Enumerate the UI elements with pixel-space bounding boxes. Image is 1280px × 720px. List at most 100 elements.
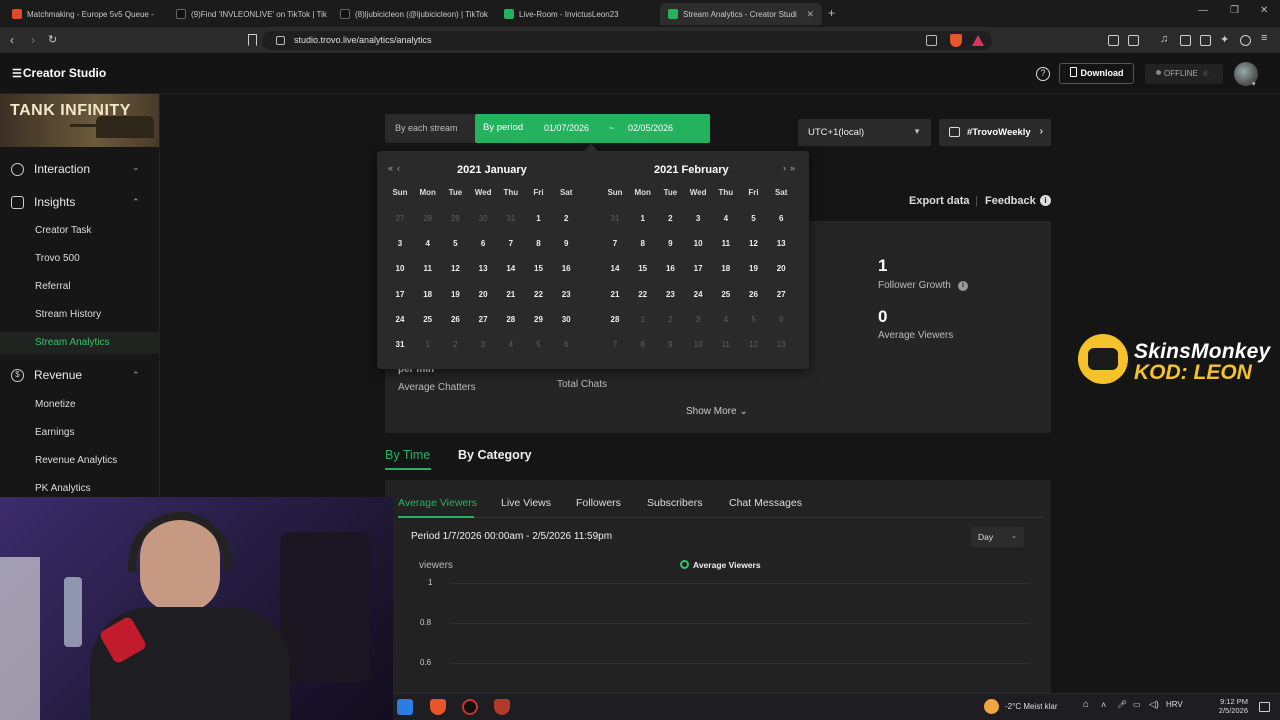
close-window-icon[interactable]: ✕ bbox=[1260, 5, 1268, 16]
export-data-link[interactable]: Export data bbox=[909, 195, 970, 207]
calendar-day[interactable]: 25 bbox=[716, 290, 736, 299]
menu-collapse-icon[interactable]: ☰ bbox=[12, 68, 22, 80]
calendar-day[interactable]: 7 bbox=[605, 340, 625, 349]
creator-studio-logo[interactable]: ☰Creator Studio bbox=[12, 66, 106, 80]
calendar-day[interactable]: 21 bbox=[501, 290, 521, 299]
by-each-stream-tab[interactable]: By each stream bbox=[395, 123, 458, 133]
sidebar-item-creator-task[interactable]: Creator Task bbox=[0, 220, 159, 242]
calendar-day[interactable]: 21 bbox=[605, 290, 625, 299]
calendar-day[interactable]: 2 bbox=[445, 340, 465, 349]
calendar-day[interactable]: 3 bbox=[688, 315, 708, 324]
calendar-day[interactable]: 9 bbox=[556, 239, 576, 248]
calendar-day[interactable]: 7 bbox=[605, 239, 625, 248]
calendar-day[interactable]: 4 bbox=[716, 214, 736, 223]
end-date-input[interactable]: 02/05/2026 bbox=[628, 123, 673, 133]
new-tab-button[interactable]: + bbox=[828, 6, 835, 20]
media-icon[interactable]: ♫ bbox=[1160, 33, 1168, 45]
calendar-day[interactable]: 6 bbox=[473, 239, 493, 248]
extension-icon[interactable] bbox=[1128, 35, 1139, 46]
game-banner[interactable]: TANK INFINITY bbox=[0, 94, 159, 147]
calendar-day[interactable]: 19 bbox=[445, 290, 465, 299]
calendar-day[interactable]: 16 bbox=[556, 264, 576, 273]
start-date-input[interactable]: 01/07/2026 bbox=[544, 123, 589, 133]
calendar-day[interactable]: 27 bbox=[473, 315, 493, 324]
brave-rewards-icon[interactable] bbox=[972, 35, 984, 46]
calendar-day[interactable]: 8 bbox=[633, 239, 653, 248]
url-field[interactable]: studio.trovo.live/analytics/analytics bbox=[262, 31, 992, 50]
calendar-day[interactable]: 26 bbox=[744, 290, 764, 299]
calendar-day[interactable]: 28 bbox=[418, 214, 438, 223]
avatar-chevron-icon[interactable]: ▾ bbox=[1252, 80, 1256, 88]
calendar-day[interactable]: 2 bbox=[660, 214, 680, 223]
leo-ai-icon[interactable]: ✦ bbox=[1220, 33, 1229, 46]
calendar-day[interactable]: 17 bbox=[688, 264, 708, 273]
calendar-day[interactable]: 24 bbox=[688, 290, 708, 299]
calendar-day[interactable]: 25 bbox=[418, 315, 438, 324]
calendar-day[interactable]: 9 bbox=[660, 239, 680, 248]
calendar-day[interactable]: 29 bbox=[529, 315, 549, 324]
calendar-day[interactable]: 23 bbox=[660, 290, 680, 299]
sidebar-toggle-icon[interactable] bbox=[1180, 35, 1191, 46]
calendar-day[interactable]: 17 bbox=[390, 290, 410, 299]
calendar-day[interactable]: 3 bbox=[390, 239, 410, 248]
calendar-day[interactable]: 5 bbox=[744, 315, 764, 324]
network-icon[interactable]: ▭ bbox=[1133, 700, 1141, 709]
extensions-icon[interactable] bbox=[1108, 35, 1119, 46]
left-month-title[interactable]: 2021 January bbox=[457, 164, 527, 176]
calendar-day[interactable]: 4 bbox=[716, 315, 736, 324]
calendar-day[interactable]: 8 bbox=[633, 340, 653, 349]
calendar-day[interactable]: 18 bbox=[418, 290, 438, 299]
tab-by-time[interactable]: By Time bbox=[385, 448, 430, 462]
calendar-day[interactable]: 7 bbox=[501, 239, 521, 248]
show-hidden-icons[interactable]: ˄ bbox=[1101, 700, 1106, 710]
browser-tab[interactable]: (9)Find 'INVLEONLIVE' on TikTok | Tik bbox=[168, 3, 330, 25]
brave-browser-icon[interactable] bbox=[430, 699, 446, 715]
calendar-day[interactable]: 5 bbox=[529, 340, 549, 349]
info-icon[interactable]: i bbox=[1040, 195, 1051, 206]
calendar-day[interactable]: 12 bbox=[445, 264, 465, 273]
calendar-day[interactable]: 20 bbox=[771, 264, 791, 273]
calendar-day[interactable]: 6 bbox=[771, 315, 791, 324]
right-month-title[interactable]: 2021 February bbox=[654, 164, 729, 176]
download-button[interactable]: Download bbox=[1059, 63, 1134, 84]
calendar-day[interactable]: 29 bbox=[445, 214, 465, 223]
calendar-day[interactable]: 2 bbox=[556, 214, 576, 223]
calendar-day[interactable]: 6 bbox=[556, 340, 576, 349]
brave-shield-icon[interactable] bbox=[950, 34, 962, 47]
trovo-weekly-button[interactable]: #TrovoWeekly › bbox=[939, 119, 1051, 146]
language-indicator[interactable]: HRV bbox=[1166, 700, 1183, 709]
browser-tab[interactable]: Live-Room - InvictusLeon23 bbox=[496, 3, 658, 25]
calendar-day[interactable]: 12 bbox=[744, 239, 764, 248]
site-settings-icon[interactable] bbox=[276, 36, 285, 45]
minimize-icon[interactable]: — bbox=[1198, 5, 1208, 16]
notifications-icon[interactable] bbox=[1259, 702, 1270, 712]
metric-tab-live-views[interactable]: Live Views bbox=[501, 497, 551, 509]
forward-icon[interactable]: › bbox=[31, 33, 35, 47]
calendar-day[interactable]: 28 bbox=[501, 315, 521, 324]
by-period-tab[interactable]: By period 01/07/2026 ~ 02/05/2026 bbox=[475, 114, 710, 143]
calendar-day[interactable]: 4 bbox=[501, 340, 521, 349]
prev-year-icon[interactable]: « bbox=[388, 163, 393, 173]
calendar-day[interactable]: 14 bbox=[501, 264, 521, 273]
vpn-icon[interactable] bbox=[1240, 35, 1251, 46]
calendar-day[interactable]: 22 bbox=[529, 290, 549, 299]
calendar-day[interactable]: 11 bbox=[716, 340, 736, 349]
calendar-day[interactable]: 22 bbox=[633, 290, 653, 299]
stream-status-badge[interactable]: OFFLINE ıl · bbox=[1145, 64, 1223, 84]
calendar-day[interactable]: 2 bbox=[660, 315, 680, 324]
app-icon[interactable] bbox=[397, 699, 413, 715]
show-more-button[interactable]: Show More ⌄ bbox=[686, 406, 748, 417]
chart-legend[interactable]: Average Viewers bbox=[680, 560, 761, 570]
help-icon[interactable]: ? bbox=[1036, 67, 1050, 81]
next-year-icon[interactable]: » bbox=[790, 163, 795, 173]
calendar-day[interactable]: 11 bbox=[418, 264, 438, 273]
volume-icon[interactable]: ◁) bbox=[1149, 699, 1159, 710]
info-icon[interactable]: i bbox=[958, 281, 968, 291]
timezone-select[interactable]: UTC+1(local) ▼ bbox=[798, 119, 931, 146]
calendar-day[interactable]: 15 bbox=[633, 264, 653, 273]
calendar-day[interactable]: 3 bbox=[473, 340, 493, 349]
calendar-day[interactable]: 16 bbox=[660, 264, 680, 273]
calendar-day[interactable]: 30 bbox=[556, 315, 576, 324]
home-icon[interactable]: ⌂ bbox=[1083, 699, 1089, 710]
close-tab-icon[interactable]: ✕ bbox=[806, 9, 814, 20]
